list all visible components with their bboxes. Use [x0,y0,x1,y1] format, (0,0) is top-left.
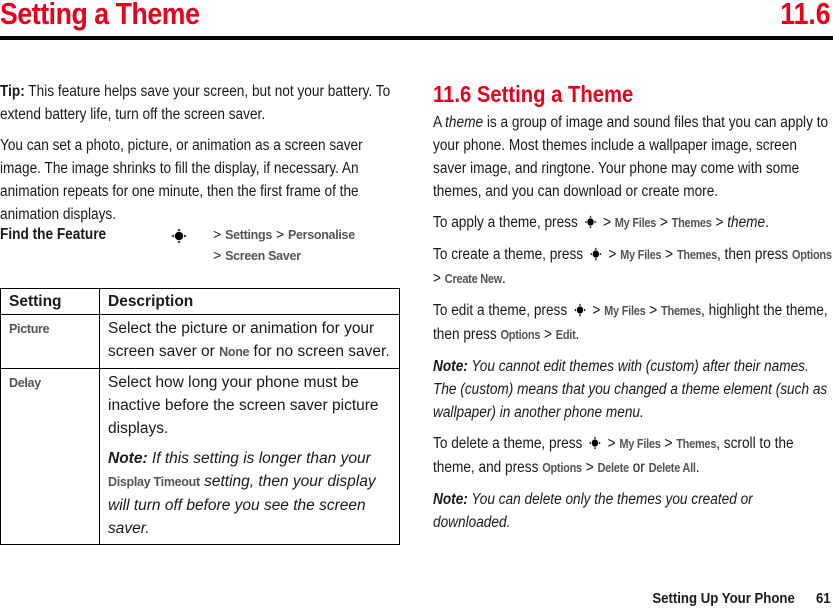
apply-theme-instruction: To apply a theme, press > My Files > The… [433,211,833,235]
table-row: Delay Select how long your phone must be… [0,368,400,545]
sep: > [607,435,616,452]
note-text: You cannot edit themes with (custom) aft… [433,358,828,421]
sep: > [608,246,617,263]
term-theme: theme [445,114,484,131]
section-number: 11.6 [780,0,831,31]
sep: > [585,459,594,476]
text: . [765,214,769,231]
nav-key-icon [589,436,601,450]
sep: > [603,214,611,231]
create-theme-instruction: To create a theme, press > My Files > Th… [433,243,833,291]
sep: > [664,435,673,452]
note-label: Note: [433,358,468,375]
col-header-description: Description [99,288,400,315]
menu-edit: Edit [555,328,576,342]
page-number: 61 [816,590,831,607]
setting-description: Select how long your phone must be inact… [99,368,400,545]
menu-options: Options [792,248,832,262]
text: A [433,114,446,131]
menu-my-files: My Files [604,304,646,318]
find-feature-label: Find the Feature [0,226,107,243]
note-text: You can delete only the themes you creat… [433,491,753,531]
path-sep: > [213,226,222,242]
section-title: 11.6 Setting a Theme [433,81,634,107]
sep: > [665,246,674,263]
sep: > [433,270,441,287]
text: , then press [716,246,793,263]
find-the-feature: Find the Feature > Settings > Personalis… [0,226,400,270]
menu-themes: Themes [676,248,717,262]
tip-paragraph: Tip: This feature helps save your screen… [0,80,400,126]
footer-chapter: Setting Up Your Phone [652,590,796,607]
menu-personalise: Personalise [287,228,355,242]
setting-name: Picture [9,322,50,336]
menu-my-files: My Files [614,216,657,230]
delete-theme-instruction: To delete a theme, press > My Files > Th… [433,432,833,480]
menu-my-files: My Files [619,437,661,451]
custom-theme-note: Note: You cannot edit themes with (custo… [433,355,833,424]
chapter-title: Setting a Theme [0,0,200,31]
path-sep: > [213,247,222,263]
sep: > [659,214,668,231]
text: is a group of image and sound files that… [433,114,829,200]
table-header-row: Setting Description [0,288,400,315]
sep: > [592,302,601,319]
settings-table: Setting Description Picture Select the p… [0,288,400,545]
table-row: Picture Select the picture or animation … [0,314,400,369]
nav-key-icon [584,215,597,229]
menu-themes: Themes [661,304,702,318]
sep: > [715,214,724,231]
text: To edit a theme, press [433,302,568,319]
left-column: Tip: This feature helps save your screen… [0,80,400,234]
desc-text: for no screen saver. [249,343,390,360]
menu-options: Options [542,461,582,475]
find-feature-path-line1: > Settings > Personalise [213,226,355,242]
desc-text: Select how long your phone must be inact… [108,374,379,437]
note-label: Note: [433,491,468,508]
sep: > [543,326,552,343]
menu-options: Options [500,328,541,342]
text: To delete a theme, press [433,435,583,452]
menu-display-timeout: Display Timeout [108,475,200,489]
text: or [628,459,649,476]
nav-key-icon [171,228,187,244]
theme-intro: A theme is a group of image and sound fi… [433,111,833,203]
note-label: Note: [108,450,148,467]
intro-paragraph: You can set a photo, picture, or animati… [0,137,363,223]
menu-themes: Themes [671,216,712,230]
right-column: 11.6 Setting a Theme A theme is a group … [433,80,833,542]
path-sep: > [275,226,285,242]
tip-text: This feature helps save your screen, but… [0,83,391,123]
nav-key-icon [574,303,586,317]
note-text: If this setting is longer than your [147,450,371,467]
find-feature-path-line2: > Screen Saver [213,247,301,263]
setting-description: Select the picture or animation for your… [99,314,400,369]
header-rule [0,36,833,40]
delete-note: Note: You can delete only the themes you… [433,488,833,534]
text: . [695,459,700,476]
menu-my-files: My Files [620,248,662,262]
menu-create-new: Create New [444,272,503,286]
tip-label: Tip: [0,83,25,100]
col-header-setting: Setting [0,288,100,315]
menu-none: None [219,345,250,359]
sep: > [649,302,658,319]
text: . [575,326,580,343]
delay-note: Note: If this setting is longer than you… [108,447,391,540]
menu-delete-all: Delete All [648,461,696,475]
term-theme: theme [727,214,766,231]
nav-key-icon [589,247,602,261]
menu-delete: Delete [597,461,629,475]
page-footer: Setting Up Your Phone 61 [653,590,831,607]
edit-theme-instruction: To edit a theme, press > My Files > Them… [433,299,833,347]
menu-themes: Themes [676,437,717,451]
text: To apply a theme, press [433,214,578,231]
menu-settings: Settings [225,228,272,242]
setting-name: Delay [9,376,41,390]
text: To create a theme, press [433,246,584,263]
text: . [502,270,506,287]
menu-screen-saver: Screen Saver [225,249,301,263]
